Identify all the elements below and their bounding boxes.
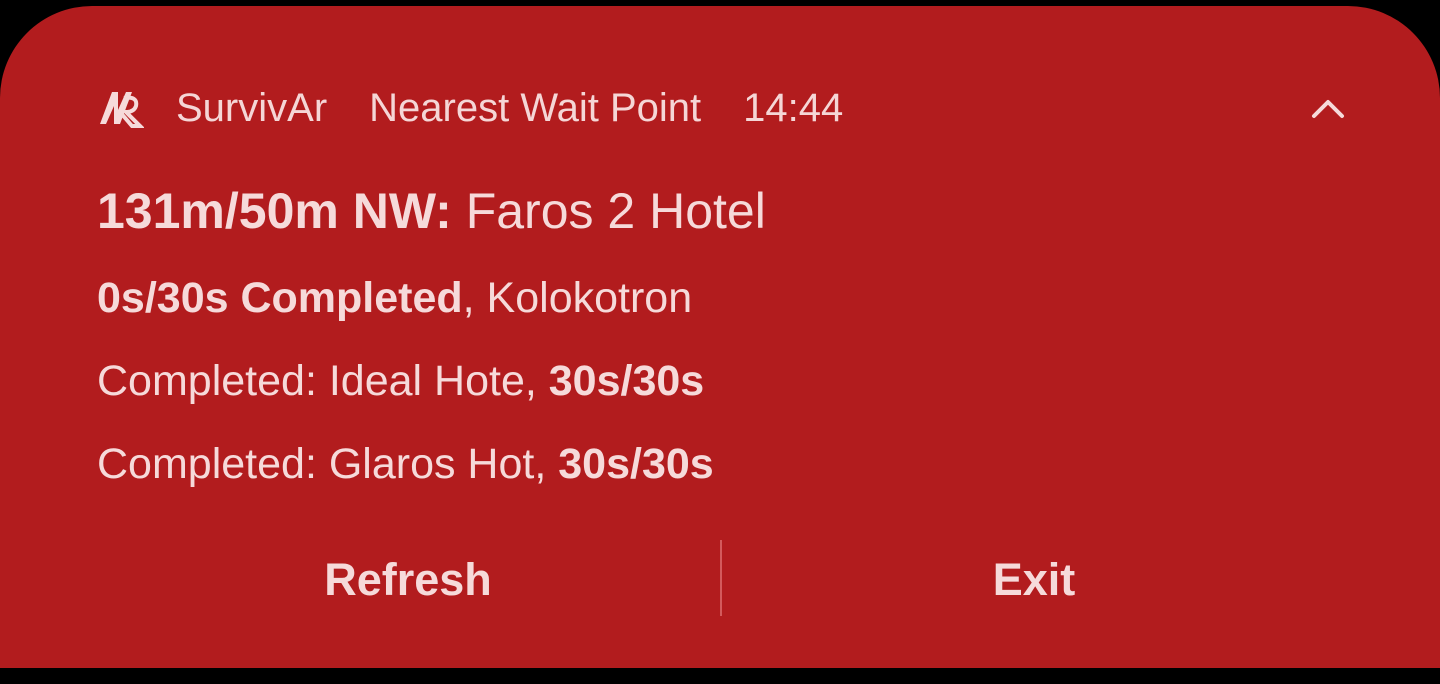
action-divider [720,540,722,616]
progress-location: , Kolokotron [462,274,693,322]
notification-card[interactable]: SurvivAr Nearest Wait Point 14:44 131m/5… [0,6,1440,668]
notification-actions: Refresh Exit [0,540,1440,620]
wait-point-name: Faros 2 Hotel [451,183,766,239]
notification-title: Nearest Wait Point [369,85,702,130]
completed-line: Completed: Glaros Hot, 30s/30s [97,440,714,489]
progress-value: 0s/30s Completed [97,274,463,322]
completed-location: Completed: Glaros Hot, [97,440,559,488]
notification-time: 14:44 [743,85,844,130]
progress-line: 0s/30s Completed, Kolokotron [97,274,692,323]
chevron-up-icon [1311,97,1345,124]
collapse-button[interactable] [1308,92,1348,128]
distance-line: 131m/50m NW: Faros 2 Hotel [97,182,766,240]
exit-button[interactable]: Exit [724,540,1344,620]
completed-time: 30s/30s [548,357,705,405]
completed-line: Completed: Ideal Hote, 30s/30s [97,357,704,406]
survivar-logo-icon [98,88,145,128]
app-name: SurvivAr [176,85,328,130]
distance-value: 131m/50m NW: [97,183,452,239]
completed-time: 30s/30s [558,440,714,488]
completed-location: Completed: Ideal Hote, [97,357,549,405]
refresh-button[interactable]: Refresh [98,540,718,620]
notification-header: SurvivAr Nearest Wait Point 14:44 [98,86,843,130]
